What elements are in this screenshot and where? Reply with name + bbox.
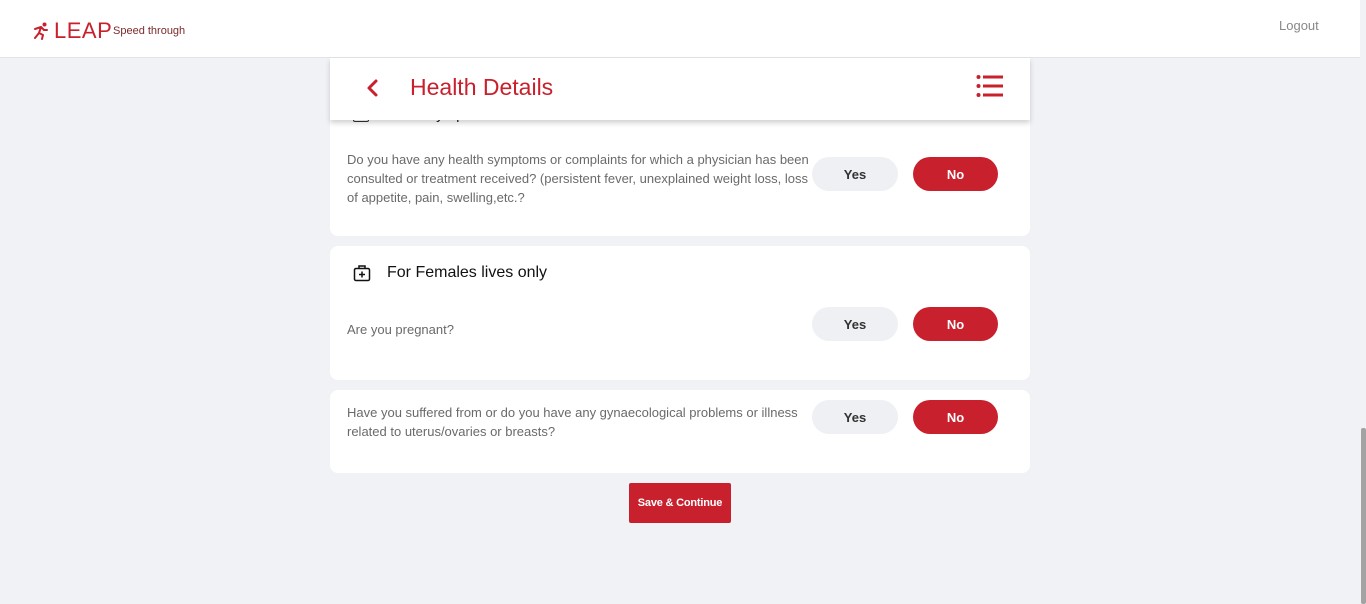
logout-link[interactable]: Logout	[1279, 18, 1319, 33]
section-title: For Females lives only	[387, 264, 548, 281]
chevron-left-icon[interactable]	[366, 78, 380, 103]
page-title: Health Details	[410, 74, 554, 100]
no-button[interactable]: No	[913, 157, 998, 191]
question-text: Have you suffered from or do you have an…	[347, 405, 798, 439]
page-header: Health Details	[330, 58, 1030, 120]
medical-kit-icon	[353, 264, 371, 287]
yes-button[interactable]: Yes	[812, 157, 898, 191]
yes-button[interactable]: Yes	[812, 400, 898, 434]
question-card-gynaecological: Have you suffered from or do you have an…	[330, 390, 1030, 473]
brand-tagline: Speed through	[113, 25, 186, 37]
top-navigation-bar: LEAP Speed through Logout	[0, 0, 1360, 58]
brand-logo[interactable]: LEAP	[32, 20, 112, 42]
yes-button[interactable]: Yes	[812, 307, 898, 341]
question-text: Do you have any health symptoms or compl…	[347, 152, 809, 205]
save-continue-button[interactable]: Save & Continue	[629, 483, 731, 523]
scrollbar-thumb[interactable]	[1361, 428, 1366, 604]
section-card-females: For Females lives only Are you pregnant?…	[330, 246, 1030, 380]
no-button[interactable]: No	[913, 307, 998, 341]
no-button[interactable]: No	[913, 400, 998, 434]
runner-icon	[32, 22, 50, 40]
question-text: Are you pregnant?	[347, 322, 454, 337]
brand-name: LEAP	[54, 18, 113, 43]
list-menu-icon[interactable]	[976, 74, 1004, 103]
